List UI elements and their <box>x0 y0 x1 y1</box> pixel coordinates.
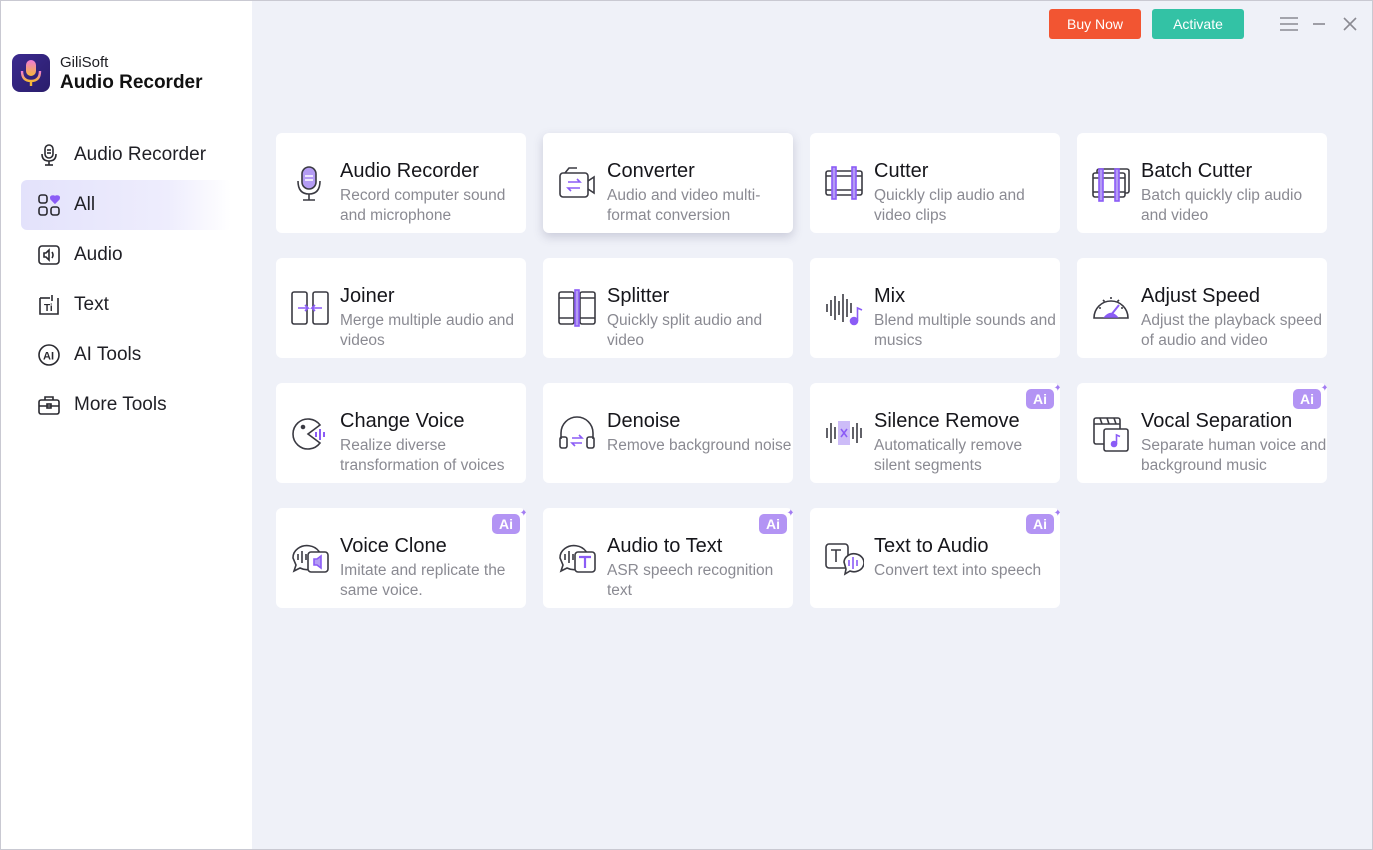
vocal-separation-icon <box>1091 413 1131 453</box>
tool-card-silence-remove[interactable]: Silence Remove Automatically remove sile… <box>810 383 1060 483</box>
text-to-audio-icon <box>824 538 865 578</box>
cutter-icon <box>824 163 864 203</box>
close-icon[interactable] <box>1339 13 1361 35</box>
tool-title: Text to Audio <box>874 535 989 557</box>
tool-description: Quickly split audio and video <box>607 312 763 349</box>
joiner-icon <box>290 288 330 328</box>
tool-card-joiner[interactable]: Joiner Merge multiple audio and videos <box>276 258 526 358</box>
tool-description: Batch quickly clip audio and video <box>1141 187 1303 224</box>
sidebar-item-label: More Tools <box>74 394 167 415</box>
tool-description: Convert text into speech <box>874 562 1042 579</box>
activate-button[interactable]: Activate <box>1152 9 1244 39</box>
sidebar-item-audio-recorder[interactable]: Audio Recorder <box>21 130 231 180</box>
change-voice-icon <box>290 413 330 453</box>
svg-text:Ti: Ti <box>44 303 53 314</box>
tool-card-voice-clone[interactable]: Voice Clone Imitate and replicate the sa… <box>276 508 526 608</box>
sidebar-item-audio[interactable]: Audio <box>21 230 231 280</box>
tool-card-audio-to-text[interactable]: Audio to Text ASR speech recognition tex… <box>543 508 793 608</box>
tool-description: Adjust the playback speed of audio and v… <box>1141 312 1322 349</box>
menu-icon[interactable] <box>1278 13 1300 35</box>
text-icon: Ti <box>37 293 61 317</box>
tool-description: Realize diverse transformation of voices <box>340 437 505 474</box>
tool-title: Change Voice <box>340 410 465 432</box>
sidebar-item-label: Audio Recorder <box>74 144 207 165</box>
tool-title: Audio to Text <box>607 535 723 557</box>
brand-product: Audio Recorder <box>60 71 203 93</box>
tool-card-batch-cutter[interactable]: Batch Cutter Batch quickly clip audio an… <box>1077 133 1327 233</box>
batch-cutter-icon <box>1091 163 1131 203</box>
audio-to-text-icon <box>557 538 597 578</box>
tool-title: Vocal Separation <box>1141 410 1293 432</box>
tool-title: Voice Clone <box>340 535 447 557</box>
tool-title: Converter <box>607 160 695 182</box>
microphone-icon <box>37 143 61 167</box>
sidebar-item-label: AI Tools <box>74 344 142 365</box>
silence-remove-icon <box>824 413 864 453</box>
tool-description: Audio and video multi-format conversion <box>607 187 761 224</box>
tool-card-converter[interactable]: Converter Audio and video multi-format c… <box>543 133 793 233</box>
tool-description: Separate human voice and background musi… <box>1141 437 1327 474</box>
sidebar-item-label: Text <box>74 294 109 315</box>
tool-card-adjust-speed[interactable]: Adjust Speed Adjust the playback speed o… <box>1077 258 1327 358</box>
ai-badge: Ai <box>492 508 526 534</box>
ai-badge: Ai <box>1026 383 1060 409</box>
sidebar-item-text[interactable]: Ti Text <box>21 280 231 330</box>
grid-heart-icon <box>37 193 61 217</box>
ai-badge: Ai <box>1026 508 1060 534</box>
tool-card-splitter[interactable]: Splitter Quickly split audio and video <box>543 258 793 358</box>
minimize-icon[interactable] <box>1308 13 1330 35</box>
sidebar: GiliSoft Audio Recorder Audio Recorder A… <box>1 1 252 849</box>
tool-title: Joiner <box>340 285 395 307</box>
sidebar-item-label: Audio <box>74 244 123 265</box>
sidebar-item-more-tools[interactable]: More Tools <box>21 380 231 430</box>
tool-card-mix[interactable]: Mix Blend multiple sounds and musics <box>810 258 1060 358</box>
speedometer-icon <box>1091 288 1131 328</box>
tool-card-denoise[interactable]: Denoise Remove background noise <box>543 383 793 483</box>
buy-now-button[interactable]: Buy Now <box>1049 9 1141 39</box>
tool-card-vocal-separation[interactable]: Vocal Separation Separate human voice an… <box>1077 383 1327 483</box>
headphones-icon <box>557 413 597 453</box>
splitter-icon <box>557 288 597 328</box>
brand-company: GiliSoft <box>60 53 109 71</box>
tool-description: Merge multiple audio and videos <box>340 312 515 349</box>
toolbox-icon <box>37 393 61 417</box>
voice-clone-icon <box>290 538 330 578</box>
ai-badge: Ai <box>1293 383 1327 409</box>
tool-description: Automatically remove silent segments <box>874 437 1023 474</box>
ai-badge: Ai <box>759 508 793 534</box>
sidebar-item-ai-tools[interactable]: AI AI Tools <box>21 330 231 380</box>
audio-icon <box>37 243 61 267</box>
tool-title: Audio Recorder <box>340 160 479 182</box>
tool-title: Splitter <box>607 285 670 307</box>
tool-description: Record computer sound and microphone <box>340 187 506 224</box>
tool-title: Cutter <box>874 160 929 182</box>
converter-icon <box>557 163 597 203</box>
brand: GiliSoft Audio Recorder <box>12 54 203 92</box>
sidebar-item-label: All <box>74 194 96 215</box>
tool-card-audio-recorder[interactable]: Audio Recorder Record computer sound and… <box>276 133 526 233</box>
tool-card-text-to-audio[interactable]: Text to Audio Convert text into speech A… <box>810 508 1060 608</box>
svg-text:AI: AI <box>43 351 54 363</box>
app-window: GiliSoft Audio Recorder Audio Recorder A… <box>0 0 1373 850</box>
tool-title: Batch Cutter <box>1141 160 1253 182</box>
tool-card-change-voice[interactable]: Change Voice Realize diverse transformat… <box>276 383 526 483</box>
tool-description: Imitate and replicate the same voice. <box>340 562 506 599</box>
tool-title: Silence Remove <box>874 410 1020 432</box>
tool-description: Remove background noise <box>607 437 792 454</box>
ai-icon: AI <box>37 343 61 367</box>
sidebar-item-all[interactable]: All <box>21 180 231 230</box>
sidebar-nav: Audio Recorder All Audio Ti Text AI AI T… <box>21 130 231 430</box>
microphone-icon <box>290 163 330 203</box>
tool-description: Blend multiple sounds and musics <box>874 312 1056 349</box>
tool-description: ASR speech recognition text <box>607 562 774 599</box>
tool-title: Mix <box>874 285 906 307</box>
app-logo-icon <box>12 54 50 92</box>
tool-title: Adjust Speed <box>1141 285 1260 307</box>
tool-card-cutter[interactable]: Cutter Quickly clip audio and video clip… <box>810 133 1060 233</box>
tool-description: Quickly clip audio and video clips <box>874 187 1025 224</box>
mix-icon <box>824 288 864 328</box>
tool-title: Denoise <box>607 410 681 432</box>
